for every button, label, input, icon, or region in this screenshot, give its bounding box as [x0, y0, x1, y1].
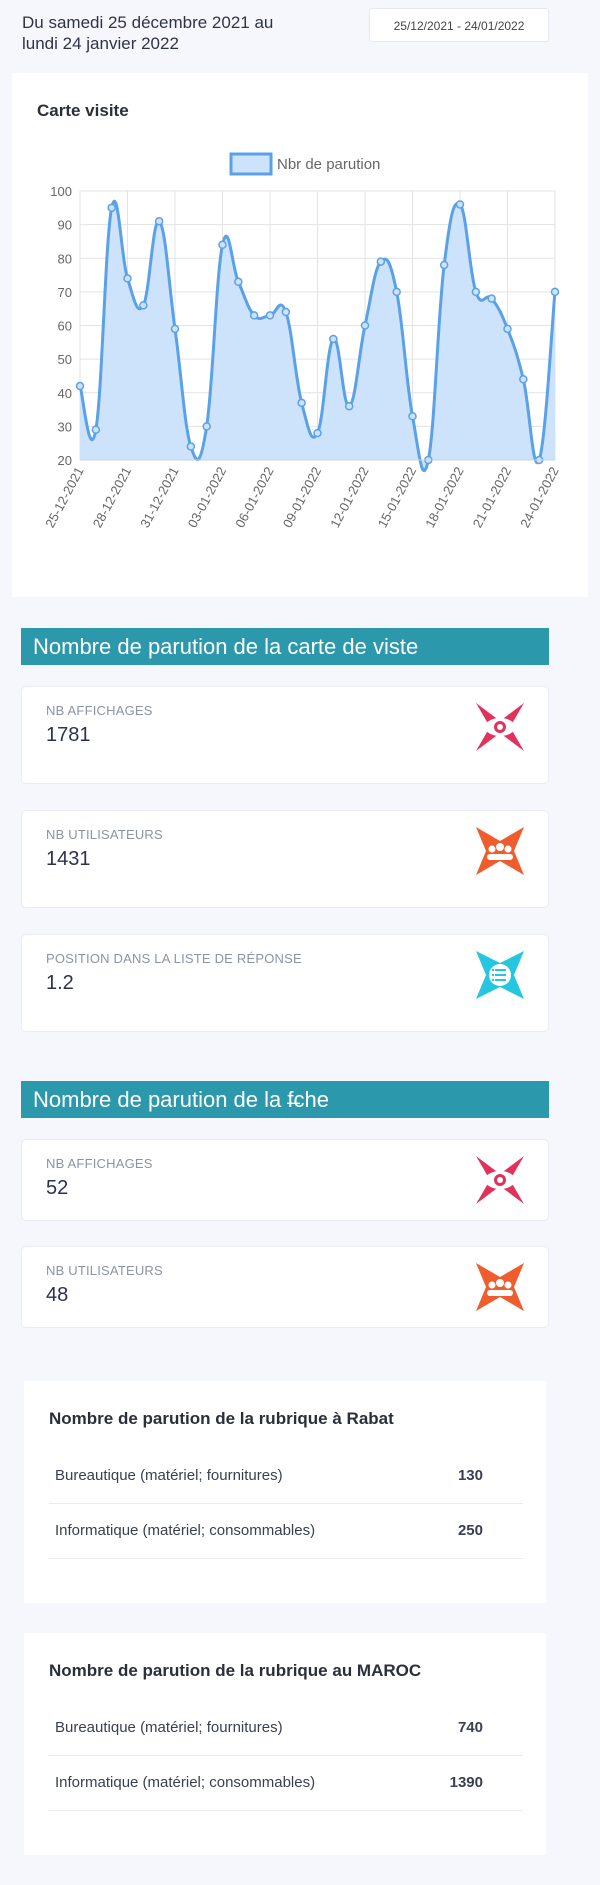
row-label: Informatique (matériel; consommables)	[55, 1774, 316, 1791]
legend-swatch	[229, 152, 273, 176]
y-tick-label: 60	[58, 319, 72, 334]
date-range-text: Du samedi 25 décembre 2021 au lundi 24 j…	[22, 13, 274, 53]
data-point	[107, 203, 116, 213]
data-point	[503, 324, 512, 334]
section-title-carte: Nombre de parution de la carte de viste	[21, 628, 549, 665]
data-point	[519, 375, 528, 384]
data-point	[170, 324, 180, 334]
data-point	[218, 240, 227, 250]
data-point	[455, 200, 465, 209]
eye-icon	[476, 1156, 524, 1204]
stat-card-utilisateurs-fiche: NB UTILISATEURS 48	[21, 1246, 549, 1328]
data-point	[439, 260, 449, 270]
data-point	[344, 401, 354, 411]
table-title: Nombre de parution de la rubrique au MAR…	[49, 1661, 422, 1680]
y-tick-label: 90	[58, 218, 72, 233]
stat-value: 1.2	[46, 972, 74, 994]
y-tick-label: 40	[58, 386, 72, 401]
table-title: Nombre de parution de la rubrique à Raba…	[49, 1409, 394, 1428]
stat-label: NB AFFICHAGES	[46, 1156, 153, 1171]
x-tick-label: 06-01-2022	[232, 464, 276, 530]
y-tick-label: 100	[50, 184, 72, 199]
x-tick-label: 28-12-2021	[90, 464, 134, 530]
x-tick-label: 25-12-2021	[42, 464, 86, 530]
row-value: 1390	[449, 1774, 483, 1791]
x-tick-label: 18-01-2022	[422, 464, 466, 530]
row-value: 130	[457, 1467, 483, 1484]
data-point	[75, 381, 85, 391]
stat-card-utilisateurs: NB UTILISATEURS 1431	[21, 810, 549, 908]
data-point	[487, 294, 496, 303]
data-point	[376, 257, 386, 266]
data-point	[360, 321, 370, 330]
stat-label: NB AFFICHAGES	[46, 703, 153, 718]
y-tick-label: 20	[58, 453, 72, 468]
stat-value: 1781	[46, 724, 91, 746]
table-card-maroc: Nombre de parution de la rubrique au MAR…	[24, 1633, 546, 1855]
row-value: 250	[457, 1522, 483, 1539]
list-icon	[476, 951, 524, 999]
stat-value: 1431	[46, 848, 91, 870]
section-title-fiche: Nombre de parution de la f̶che	[21, 1081, 549, 1118]
stat-label: POSITION DANS LA LISTE DE RÉPONSE	[46, 951, 302, 966]
users-icon	[476, 1263, 524, 1311]
legend-label: Nbr de parution	[277, 156, 380, 173]
data-point	[234, 277, 243, 287]
data-point	[91, 425, 101, 434]
data-point	[186, 442, 196, 451]
stat-card-position: POSITION DANS LA LISTE DE RÉPONSE 1.2	[21, 934, 549, 1032]
eye-icon	[476, 703, 524, 751]
table-row: Bureautique (matériel; fournitures) 130	[49, 1449, 523, 1504]
row-label: Informatique (matériel; consommables)	[55, 1522, 316, 1539]
data-point	[471, 287, 481, 297]
data-point	[202, 422, 211, 431]
data-point	[154, 217, 164, 226]
chart-card: Carte visite 100 90 80 70 60 50 40 30 20 25-12-20…	[12, 73, 588, 597]
y-tick-label: 50	[58, 352, 72, 367]
users-icon	[476, 827, 524, 875]
table-row: Informatique (matériel; consommables) 25…	[49, 1504, 523, 1559]
row-label: Bureautique (matériel; fournitures)	[55, 1467, 283, 1484]
row-label: Bureautique (matériel; fournitures)	[55, 1719, 283, 1736]
table-card-rabat: Nombre de parution de la rubrique à Raba…	[24, 1381, 546, 1603]
stat-card-affichages-fiche: NB AFFICHAGES 52	[21, 1139, 549, 1221]
table-row: Informatique (matériel; consommables) 13…	[49, 1756, 523, 1811]
data-point	[550, 287, 560, 297]
data-point	[265, 311, 275, 320]
stat-value: 52	[46, 1177, 69, 1199]
data-point	[139, 301, 148, 310]
y-tick-label: 70	[58, 285, 72, 300]
stat-card-affichages: NB AFFICHAGES 1781	[21, 686, 549, 784]
data-point	[313, 428, 322, 438]
x-tick-label: 21-01-2022	[470, 464, 514, 530]
data-point	[249, 311, 259, 320]
x-tick-label: 09-01-2022	[280, 464, 324, 530]
row-value: 740	[457, 1719, 483, 1736]
x-tick-label: 15-01-2022	[375, 464, 419, 530]
data-point	[392, 287, 401, 297]
y-tick-label: 80	[58, 251, 72, 266]
data-point	[297, 398, 306, 408]
y-tick-label: 30	[58, 419, 72, 434]
date-range-picker[interactable]: 25/12/2021 - 24/01/2022	[369, 8, 549, 42]
data-point	[281, 307, 291, 317]
stat-label: NB UTILISATEURS	[46, 827, 163, 842]
header: Du samedi 25 décembre 2021 au lundi 24 j…	[0, 0, 600, 64]
x-tick-label: 12-01-2022	[327, 464, 371, 530]
x-tick-label: 24-01-2022	[517, 464, 561, 530]
x-tick-label: 31-12-2021	[137, 464, 181, 530]
x-tick-label: 03-01-2022	[185, 464, 229, 530]
data-point	[123, 274, 132, 283]
data-point	[408, 412, 417, 421]
stat-value: 48	[46, 1284, 69, 1306]
area-chart: 100 90 80 70 60 50 40 30 2025-12-2021 28-12-2021 3…	[42, 152, 562, 530]
stat-label: NB UTILISATEURS	[46, 1263, 163, 1278]
table-row: Bureautique (matériel; fournitures) 740	[49, 1701, 523, 1756]
data-point	[329, 334, 338, 344]
